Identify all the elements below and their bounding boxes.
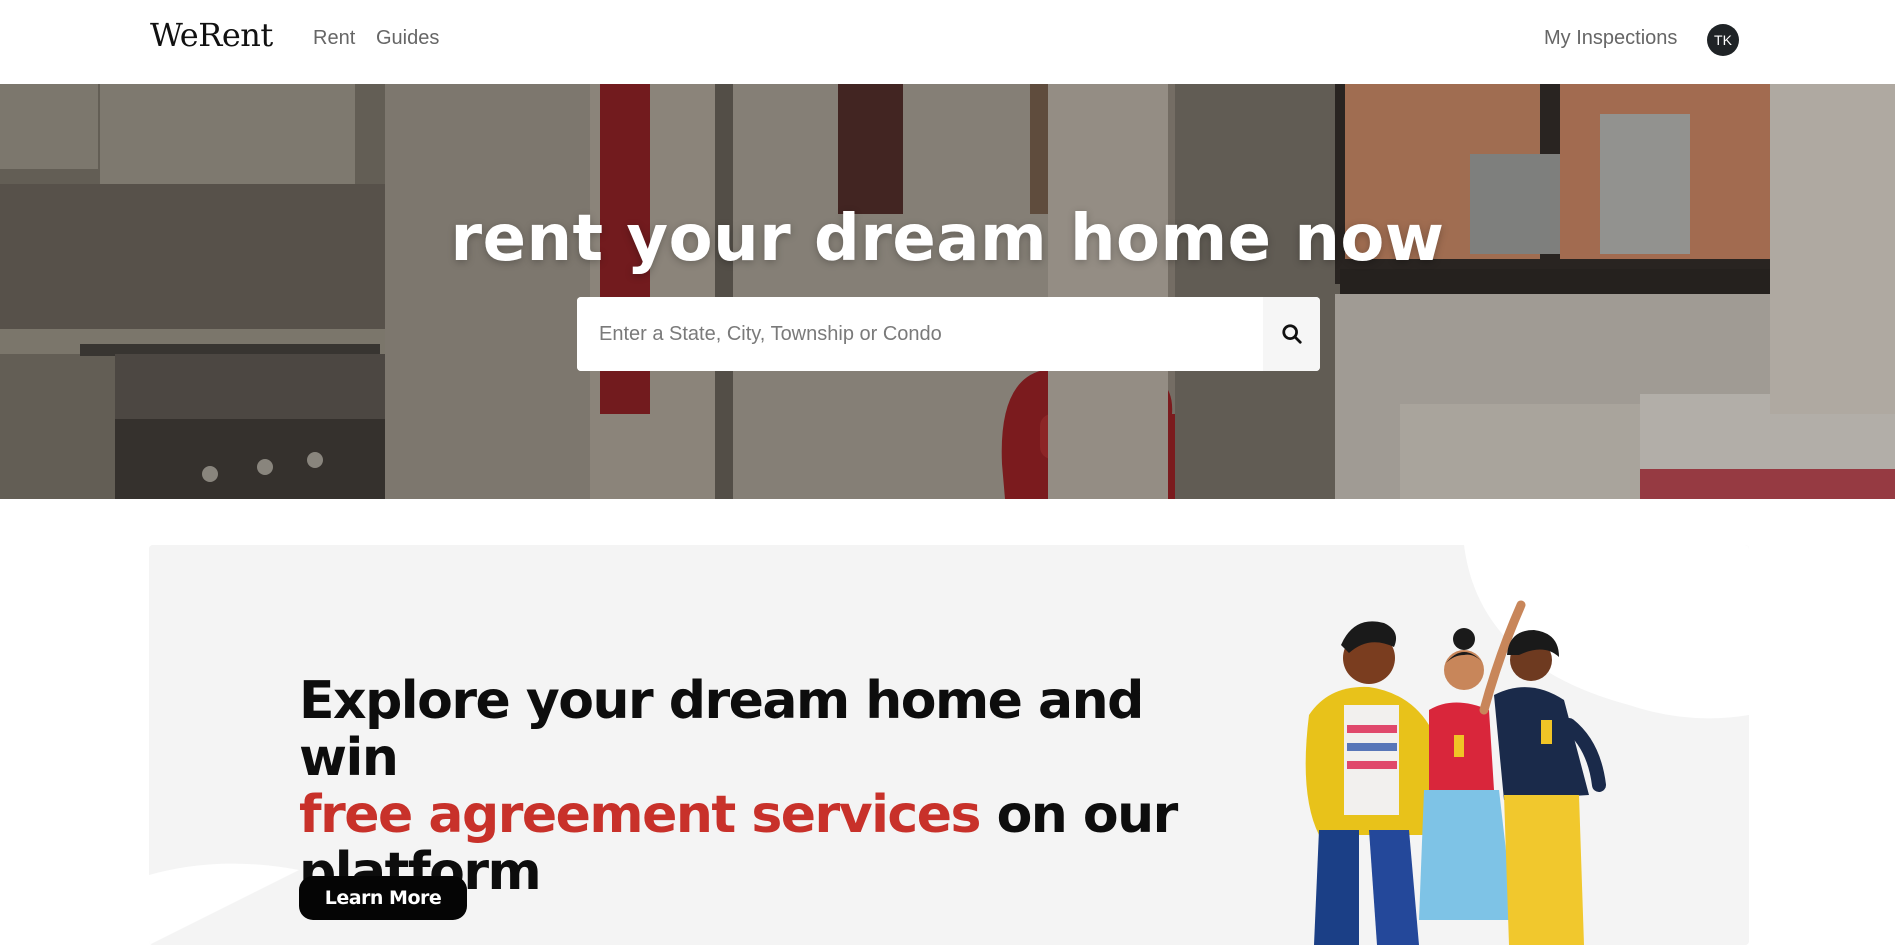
location-search-input[interactable] [577,297,1262,371]
learn-more-button[interactable]: Learn More [299,876,467,920]
hero-background-image [0,84,1895,499]
brand-logo[interactable]: WeRent [150,16,273,54]
promo-headline-highlight: free agreement services [299,785,981,845]
location-search-bar [577,297,1320,371]
search-icon [1281,324,1302,344]
hero-banner: rent your dream home now [0,84,1895,499]
top-navbar: WeRent Rent Guides My Inspections TK [0,0,1895,85]
promo-headline-part1: Explore your dream home and win [299,671,1144,788]
promo-headline: Explore your dream home and win free agr… [299,673,1199,901]
nav-link-guides[interactable]: Guides [376,27,439,50]
user-avatar[interactable]: TK [1707,24,1739,56]
friends-illustration [1305,600,1606,945]
search-button[interactable] [1263,297,1320,371]
promo-banner: Explore your dream home and win free agr… [149,545,1749,945]
nav-link-my-inspections[interactable]: My Inspections [1544,27,1677,50]
nav-link-rent[interactable]: Rent [313,27,355,50]
hero-title: rent your dream home now [450,202,1445,276]
